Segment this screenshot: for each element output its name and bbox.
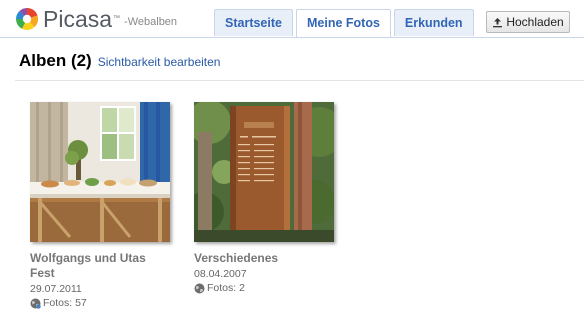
album-title[interactable]: Wolfgangs und Utas Fest [30,251,170,281]
album-cover-image[interactable] [30,102,170,242]
logo-trademark: ™ [113,15,121,22]
picasa-logo[interactable]: Picasa ™ -Webalben [15,6,177,32]
header-bar: Picasa ™ -Webalben Startseite Meine Foto… [0,0,584,38]
tab-underline [0,37,584,38]
page-title: Alben (2) [19,51,92,70]
album-card[interactable]: Wolfgangs und Utas Fest 29.07.2011 Fotos… [30,102,170,310]
album-date: 08.04.2007 [194,268,247,280]
logo-subtitle: -Webalben [124,16,178,28]
upload-button[interactable]: Hochladen [486,11,570,33]
tab-erkunden[interactable]: Erkunden [393,9,474,36]
globe-people-icon [30,298,41,309]
upload-button-label: Hochladen [506,15,564,29]
main-tabs: Startseite Meine Fotos Erkunden [214,9,477,38]
picasa-pinwheel-icon [16,7,39,30]
upload-arrow-icon [493,17,503,27]
logo-word: Picasa [43,6,113,32]
albums-heading: Alben (2) Sichtbarkeit bearbeiten [19,51,220,71]
tab-startseite[interactable]: Startseite [214,9,293,36]
album-photo-count-text: Fotos: 57 [43,297,87,309]
edit-visibility-link[interactable]: Sichtbarkeit bearbeiten [98,55,221,69]
globe-icon [194,283,205,294]
album-photo-count: Fotos: 2 [194,282,334,295]
picasa-webalben-page: Picasa ™ -Webalben Startseite Meine Foto… [0,0,584,320]
album-date: 29.07.2011 [30,283,82,295]
album-photo-count: Fotos: 57 [30,297,170,310]
album-title[interactable]: Verschiedenes [194,251,334,266]
album-photo-count-text: Fotos: 2 [207,282,245,294]
album-cover-image[interactable] [194,102,334,242]
section-divider [15,80,584,81]
album-card[interactable]: Verschiedenes 08.04.2007 Fotos: 2 [194,102,334,295]
tab-meine-fotos[interactable]: Meine Fotos [295,9,391,38]
